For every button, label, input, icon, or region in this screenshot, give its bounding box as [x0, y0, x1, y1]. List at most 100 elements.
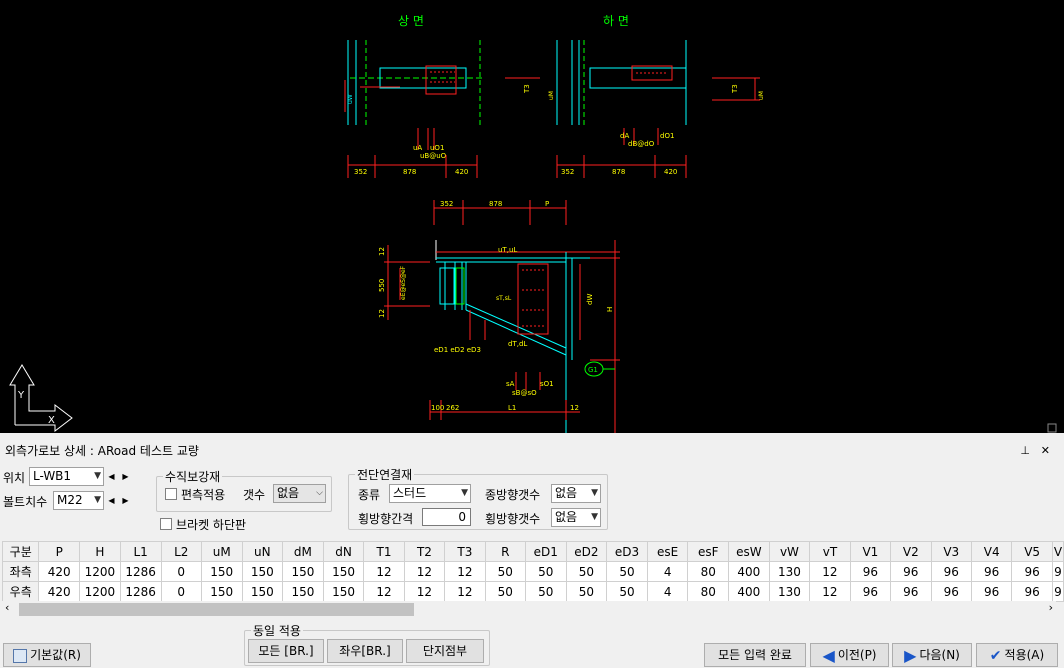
type-select[interactable]: 스터드 ▼ [389, 484, 471, 503]
column-header[interactable]: eD2 [565, 541, 608, 562]
column-header[interactable]: R [484, 541, 527, 562]
table-cell[interactable]: 12 [444, 581, 486, 602]
apply-all-br-button[interactable]: 모든 [BR.] [248, 639, 324, 663]
table-cell[interactable]: 400 [727, 581, 770, 602]
table-cell[interactable]: 150 [200, 581, 243, 602]
table-cell[interactable]: 96 [970, 581, 1013, 602]
table-cell[interactable]: 96 [849, 581, 892, 602]
table-row[interactable]: 우측 420 1200 1286 0 150 150 150 150 12 12 12 50 50 50 50… [1, 581, 1064, 602]
table-cell[interactable]: 150 [322, 581, 365, 602]
table-cell[interactable]: 1286 [119, 581, 162, 602]
cad-canvas[interactable]: 상 면 하 면 uW uA uO1 uB@uO 352 878 420 T3 T… [0, 0, 1064, 433]
table-cell[interactable]: 50 [606, 581, 648, 602]
table-cell[interactable]: 12 [809, 561, 851, 582]
table-cell[interactable]: 150 [200, 561, 243, 582]
bolt-next-button[interactable]: ▶ [119, 492, 132, 509]
column-header[interactable]: vT [809, 541, 851, 562]
parameter-table[interactable]: 구분 P H L1 L2 uM uN dM dN T1 T2 T3 ReD1 eD2 eD3 esE esF es… [1, 541, 1064, 602]
trans-spacing-input[interactable]: 0 [422, 508, 471, 526]
table-cell[interactable]: 130 [768, 581, 811, 602]
column-header[interactable]: T1 [363, 541, 405, 562]
table-cell[interactable]: 12 [403, 561, 446, 582]
apply-button[interactable]: ✔ 적용(A) [976, 643, 1058, 667]
table-cell[interactable]: 50 [565, 561, 608, 582]
column-header[interactable]: dN [322, 541, 365, 562]
pin-icon[interactable]: ⊥ [1020, 441, 1030, 461]
apply-left-right-button[interactable]: 좌우[BR.] [327, 639, 403, 663]
column-header[interactable]: eD3 [606, 541, 648, 562]
table-cell[interactable]: 1200 [79, 581, 121, 602]
column-header[interactable]: T2 [403, 541, 446, 562]
previous-button[interactable]: ◀ 이전(P) [810, 643, 889, 667]
column-header[interactable]: esE [646, 541, 689, 562]
column-header[interactable]: T3 [444, 541, 486, 562]
bolt-select[interactable]: M22 ▼ [53, 491, 104, 510]
table-cell[interactable]: 96 [890, 561, 932, 582]
table-cell[interactable]: 150 [241, 561, 284, 582]
table-cell[interactable]: 0 [160, 581, 202, 602]
column-header[interactable]: V5 [1011, 541, 1053, 562]
table-cell[interactable]: 12 [403, 581, 446, 602]
table-cell[interactable]: 1286 [119, 561, 162, 582]
column-header[interactable]: V3 [930, 541, 972, 562]
default-button[interactable]: 기본값(R) [3, 643, 91, 667]
table-cell[interactable]: 420 [38, 581, 81, 602]
position-prev-button[interactable]: ◀ [105, 468, 118, 485]
column-header[interactable]: V [1051, 541, 1064, 562]
table-cell[interactable]: 50 [484, 581, 527, 602]
all-input-done-button[interactable]: 모든 입력 완료 [704, 643, 806, 667]
bolt-prev-button[interactable]: ◀ [105, 492, 118, 509]
table-cell[interactable]: 0 [160, 561, 202, 582]
table-cell[interactable]: 150 [241, 581, 284, 602]
long-count-select[interactable]: 없음 ▼ [551, 484, 601, 503]
table-cell[interactable]: 80 [687, 561, 729, 582]
table-cell[interactable]: 130 [768, 561, 811, 582]
table-cell[interactable]: 12 [363, 581, 405, 602]
table-cell[interactable]: 96 [930, 561, 972, 582]
table-cell[interactable]: 96 [890, 581, 932, 602]
table-cell[interactable]: 150 [282, 581, 324, 602]
close-icon[interactable]: ✕ [1041, 441, 1050, 461]
column-header[interactable]: P [38, 541, 81, 562]
table-cell[interactable]: 50 [525, 581, 567, 602]
table-cell[interactable]: 96 [849, 561, 892, 582]
column-header[interactable]: esF [687, 541, 729, 562]
column-header[interactable]: esW [727, 541, 770, 562]
bracket-checkbox[interactable] [160, 518, 172, 530]
column-header[interactable]: eD1 [525, 541, 567, 562]
apply-end-support-button[interactable]: 단지점부 [406, 639, 484, 663]
table-cell[interactable]: 12 [809, 581, 851, 602]
column-header[interactable]: V4 [970, 541, 1013, 562]
table-cell[interactable]: 80 [687, 581, 729, 602]
scroll-left-icon[interactable]: ‹ [5, 601, 9, 614]
column-header[interactable]: H [79, 541, 121, 562]
column-header[interactable]: V1 [849, 541, 892, 562]
column-header[interactable]: dM [282, 541, 324, 562]
column-header[interactable]: V2 [890, 541, 932, 562]
table-cell[interactable]: 12 [363, 561, 405, 582]
table-cell[interactable]: 9 [1051, 561, 1064, 582]
table-cell[interactable]: 1200 [79, 561, 121, 582]
column-header[interactable]: uN [241, 541, 284, 562]
table-cell[interactable]: 50 [484, 561, 527, 582]
table-cell[interactable]: 96 [1011, 581, 1053, 602]
count-select[interactable]: 없음 ⌵ [273, 484, 326, 503]
table-cell[interactable]: 420 [38, 561, 81, 582]
trans-count-select[interactable]: 없음 ▼ [551, 508, 601, 527]
table-cell[interactable]: 400 [727, 561, 770, 582]
column-header[interactable]: L2 [160, 541, 202, 562]
column-header[interactable]: L1 [119, 541, 162, 562]
table-cell[interactable]: 150 [322, 561, 365, 582]
table-row[interactable]: 좌측 420 1200 1286 0 150 150 150 150 12 12 12 50 50 50 50… [1, 561, 1064, 582]
position-next-button[interactable]: ▶ [119, 468, 132, 485]
table-cell[interactable]: 96 [970, 561, 1013, 582]
table-cell[interactable]: 4 [646, 581, 689, 602]
column-header[interactable]: uM [200, 541, 243, 562]
column-header[interactable]: vW [768, 541, 811, 562]
scrollbar-thumb[interactable] [19, 603, 414, 616]
table-cell[interactable]: 50 [606, 561, 648, 582]
scroll-right-icon[interactable]: › [1049, 601, 1053, 614]
table-horizontal-scrollbar[interactable]: ‹ › [2, 601, 1056, 618]
table-cell[interactable]: 4 [646, 561, 689, 582]
table-cell[interactable]: 96 [930, 581, 972, 602]
